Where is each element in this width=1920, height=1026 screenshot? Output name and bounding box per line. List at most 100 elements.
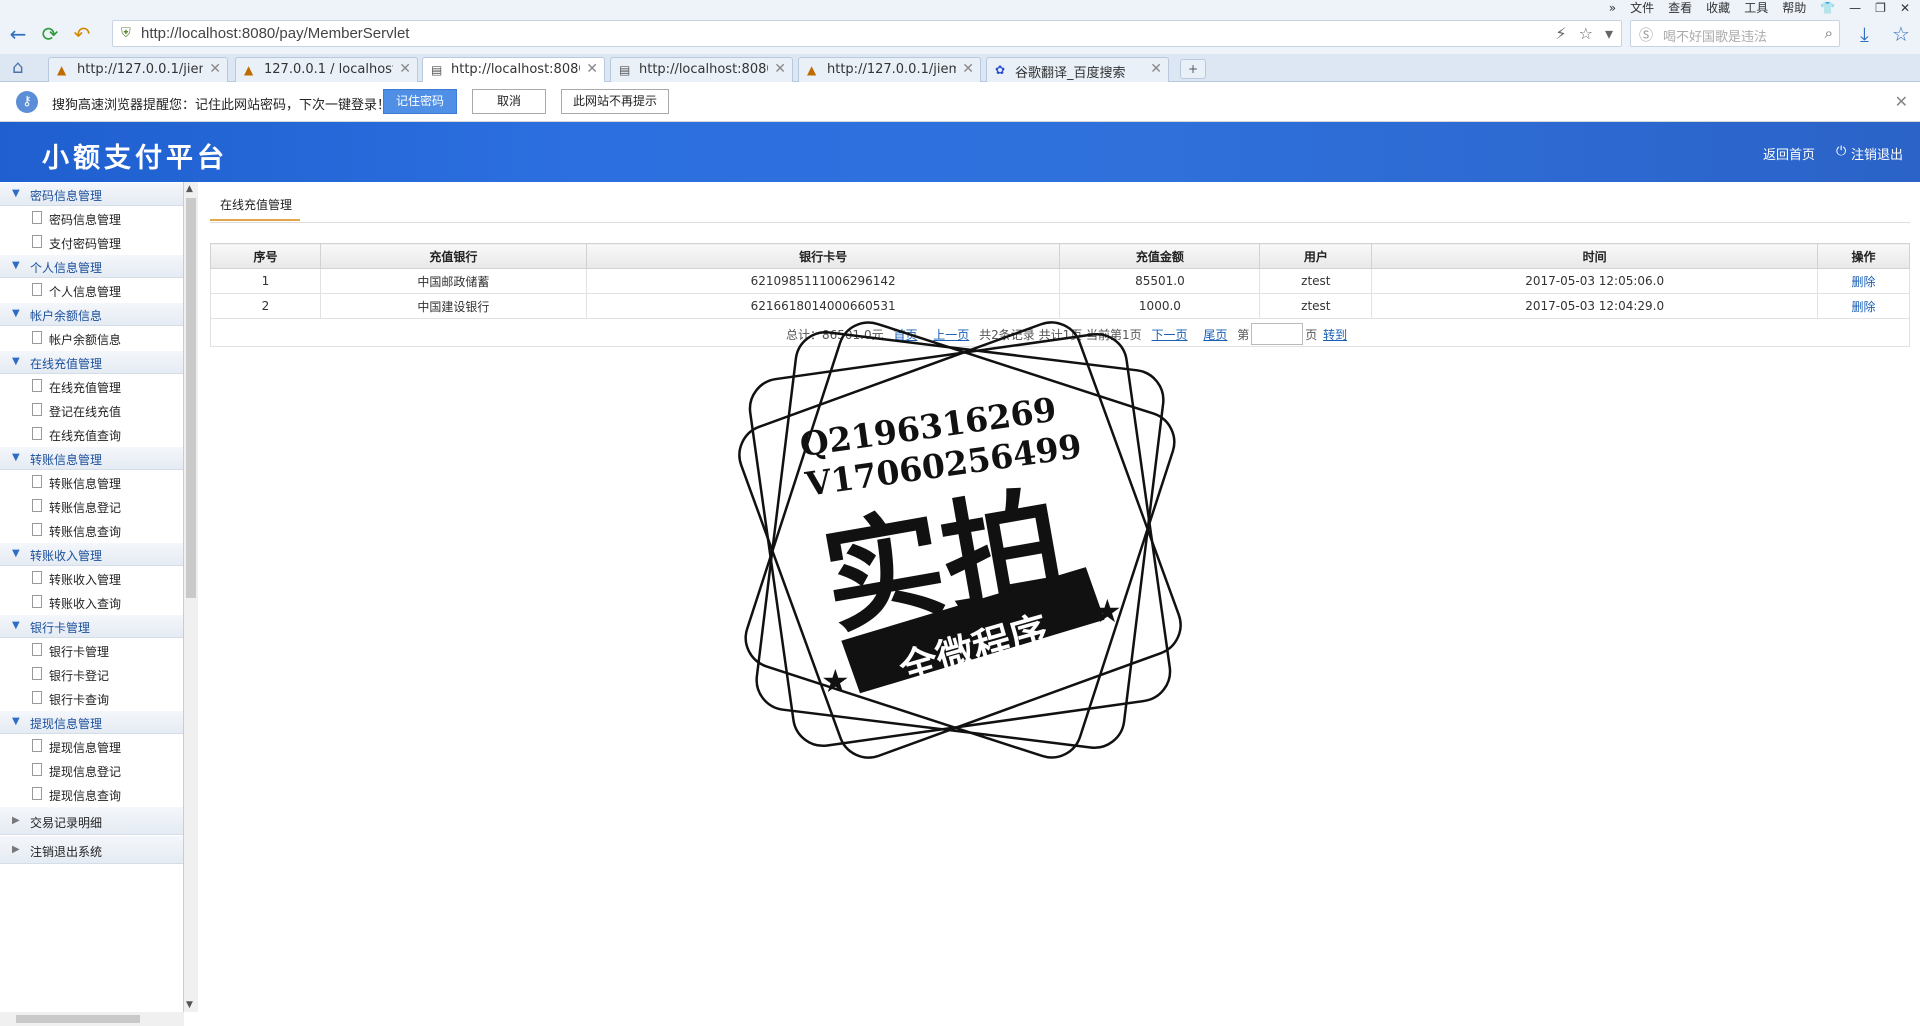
browser-tab[interactable]: ▲ 127.0.0.1 / localhost / q ✕	[235, 57, 418, 82]
sidebar-scrollbar[interactable]: ▲ ▼	[184, 182, 198, 1012]
sidebar-item[interactable]: 转账收入管理	[0, 566, 183, 590]
cell-time: 2017-05-03 12:04:29.0	[1371, 293, 1819, 319]
undo-icon[interactable]: ↶	[70, 22, 94, 46]
caret-down-icon: ▼	[12, 548, 20, 559]
notification-message: 搜狗高速浏览器提醒您：记住此网站密码，下次一键登录！	[52, 98, 391, 113]
page-icon	[32, 691, 42, 704]
sidebar-item[interactable]: 个人信息管理	[0, 278, 183, 302]
remember-password-button[interactable]: 记住密码	[383, 89, 457, 114]
close-tab-icon[interactable]: ✕	[774, 61, 786, 77]
scroll-up-icon[interactable]: ▲	[186, 184, 193, 194]
close-tab-icon[interactable]: ✕	[209, 61, 221, 77]
horizontal-scrollbar[interactable]	[0, 1012, 184, 1026]
sidebar-item[interactable]: 提现信息登记	[0, 758, 183, 782]
col-header: 充值银行	[319, 243, 587, 269]
cell-time: 2017-05-03 12:05:06.0	[1371, 268, 1819, 294]
search-box[interactable]: Ⓢ 喝不好国歌是违法 ⌕	[1630, 20, 1840, 47]
scrollbar-thumb[interactable]	[16, 1015, 140, 1023]
sidebar-group-personal[interactable]: ▼ 个人信息管理	[0, 254, 183, 278]
sidebar-item[interactable]: 支付密码管理	[0, 230, 183, 254]
sidebar-item[interactable]: 提现信息查询	[0, 782, 183, 806]
delete-link[interactable]: 删除	[1852, 275, 1876, 289]
pma-favicon-icon: ▲	[244, 63, 254, 77]
home-link[interactable]: 返回首页	[1763, 144, 1815, 163]
cancel-button[interactable]: 取消	[472, 89, 546, 114]
sidebar-item[interactable]: 转账信息登记	[0, 494, 183, 518]
never-prompt-button[interactable]: 此网站不再提示	[561, 89, 669, 114]
sidebar-item[interactable]: 在线充值管理	[0, 374, 183, 398]
sidebar-item[interactable]: 银行卡查询	[0, 686, 183, 710]
page-icon	[32, 235, 42, 248]
close-tab-icon[interactable]: ✕	[1150, 61, 1162, 77]
col-header: 用户	[1259, 243, 1373, 269]
power-icon: ⏻	[1836, 144, 1847, 159]
go-page-link[interactable]: 转到	[1323, 328, 1347, 342]
home-icon[interactable]: ⌂	[12, 57, 23, 78]
search-icon[interactable]: ⌕	[1825, 24, 1833, 42]
download-icon[interactable]: ⤓	[1860, 22, 1869, 46]
group-label: 在线充值管理	[30, 357, 103, 371]
table-row: 1 中国邮政储蓄 6210985111006296142 85501.0 zte…	[210, 268, 1910, 294]
sidebar-group-income[interactable]: ▼ 转账收入管理	[0, 542, 183, 566]
item-label: 支付密码管理	[49, 237, 122, 251]
browser-tab[interactable]: ▲ http://127.0.0.1/jiemian ✕	[798, 57, 981, 82]
sidebar-item[interactable]: 转账信息查询	[0, 518, 183, 542]
password-notification-bar: ⚷ 搜狗高速浏览器提醒您：记住此网站密码，下次一键登录！ 记住密码 取消 此网站…	[0, 82, 1920, 122]
item-label: 银行卡登记	[49, 669, 110, 683]
address-text[interactable]: http://localhost:8080/pay/MemberServlet	[141, 25, 409, 42]
tab-recharge-management[interactable]: 在线充值管理	[210, 196, 301, 221]
browser-tab[interactable]: ✿ 谷歌翻译_百度搜索 ✕	[986, 57, 1169, 82]
sidebar-group-password[interactable]: ▼ 密码信息管理	[0, 182, 183, 206]
cell-action: 删除	[1817, 293, 1910, 319]
logout-link[interactable]: 注销退出	[1851, 144, 1903, 163]
sidebar-item[interactable]: 转账收入查询	[0, 590, 183, 614]
chevron-down-icon[interactable]: ▾	[1605, 24, 1613, 43]
sidebar-item[interactable]: 登记在线充值	[0, 398, 183, 422]
lightning-icon[interactable]: ⚡	[1555, 24, 1566, 43]
sidebar-item[interactable]: 密码信息管理	[0, 206, 183, 230]
close-tab-icon[interactable]: ✕	[586, 61, 598, 77]
favorites-star-icon[interactable]: ☆	[1892, 22, 1910, 46]
page-number-input[interactable]	[1251, 322, 1304, 345]
page-icon	[32, 427, 42, 440]
sidebar-group-logout[interactable]: ▶ 注销退出系统	[0, 835, 183, 864]
scroll-down-icon[interactable]: ▼	[186, 1000, 193, 1010]
sidebar-group-transfer[interactable]: ▼ 转账信息管理	[0, 446, 183, 470]
close-tab-icon[interactable]: ✕	[399, 61, 411, 77]
browser-tab[interactable]: ▲ http://127.0.0.1/jiemian ✕	[48, 57, 228, 82]
close-tab-icon[interactable]: ✕	[962, 61, 974, 77]
tab-title: http://127.0.0.1/jiemian	[827, 62, 956, 77]
sidebar-item[interactable]: 银行卡登记	[0, 662, 183, 686]
page-icon	[32, 787, 42, 800]
sidebar-group-withdraw[interactable]: ▼ 提现信息管理	[0, 710, 183, 734]
sidebar-group-transactions[interactable]: ▶ 交易记录明细	[0, 806, 183, 835]
sidebar-item[interactable]: 转账信息管理	[0, 470, 183, 494]
page-icon	[32, 475, 42, 488]
sidebar-group-bankcard[interactable]: ▼ 银行卡管理	[0, 614, 183, 638]
back-icon[interactable]: ←	[6, 22, 30, 46]
sidebar-item[interactable]: 在线充值查询	[0, 422, 183, 446]
star-icon[interactable]: ☆	[1579, 24, 1593, 43]
refresh-icon[interactable]: ⟳	[38, 22, 62, 46]
address-bar[interactable]: ⛨ http://localhost:8080/pay/MemberServle…	[112, 20, 1622, 47]
scrollbar-thumb[interactable]	[186, 198, 196, 598]
sidebar-group-balance[interactable]: ▼ 帐户余额信息	[0, 302, 183, 326]
sidebar: ▼ 密码信息管理 密码信息管理 支付密码管理 ▼ 个人信息管理 个人信息管理 ▼ 帐户…	[0, 182, 184, 1012]
group-label: 交易记录明细	[30, 816, 103, 830]
security-shield-icon: ⛨	[121, 26, 131, 41]
pma-favicon-icon: ▲	[807, 63, 817, 77]
sidebar-item[interactable]: 帐户余额信息	[0, 326, 183, 350]
group-label: 转账收入管理	[30, 549, 103, 563]
search-engine-icon: Ⓢ	[1639, 28, 1653, 44]
browser-tab[interactable]: ▤ http://localhost:8080/c ✕	[610, 57, 793, 82]
new-tab-button[interactable]: +	[1180, 59, 1206, 79]
browser-tab-active[interactable]: ▤ http://localhost:8080/p ✕	[422, 57, 605, 83]
item-label: 银行卡查询	[49, 693, 110, 707]
sidebar-item[interactable]: 银行卡管理	[0, 638, 183, 662]
star-icon: ★	[821, 662, 850, 700]
close-notification-icon[interactable]: ✕	[1895, 92, 1908, 111]
sidebar-group-recharge[interactable]: ▼ 在线充值管理	[0, 350, 183, 374]
delete-link[interactable]: 删除	[1852, 300, 1876, 314]
last-page-link[interactable]: 尾页	[1203, 328, 1227, 342]
sidebar-item[interactable]: 提现信息管理	[0, 734, 183, 758]
